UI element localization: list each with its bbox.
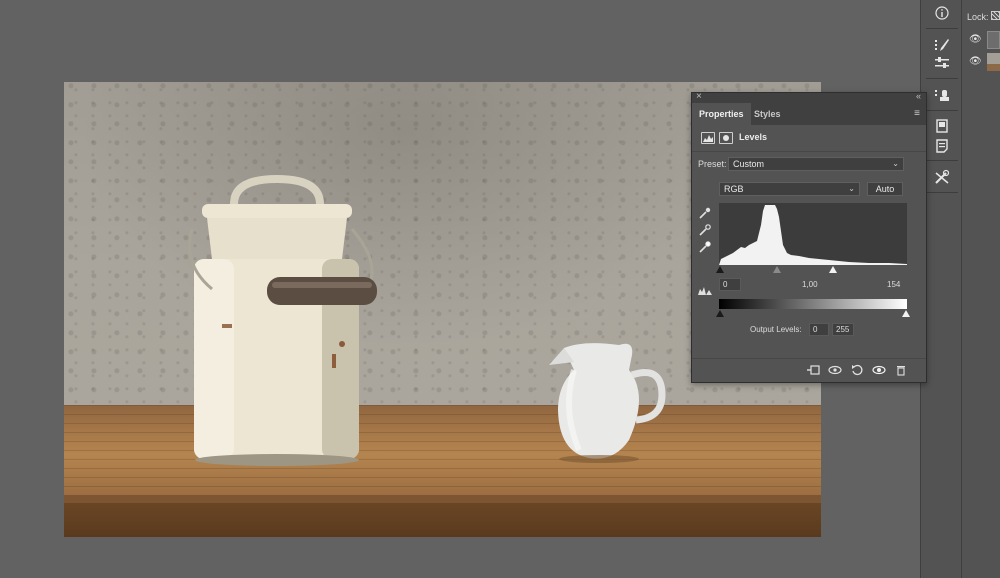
eye-icon[interactable]: 👁 <box>969 56 982 67</box>
lock-label: Lock: <box>967 12 989 22</box>
divider <box>926 28 958 29</box>
layer-thumbnail <box>987 53 1000 71</box>
view-previous-state-icon[interactable] <box>827 364 843 379</box>
preset-label: Preset: <box>698 159 727 169</box>
lock-transparency-icon[interactable] <box>991 11 1000 20</box>
info-icon[interactable] <box>929 2 955 24</box>
adjustment-title: Levels <box>739 132 768 142</box>
black-point-eyedropper-icon[interactable] <box>699 207 711 222</box>
eye-icon[interactable]: 👁 <box>969 34 982 45</box>
visibility-eye-icon[interactable] <box>871 364 887 379</box>
layer-row-adjustment[interactable]: 👁 <box>962 30 1000 50</box>
notes-icon[interactable] <box>929 135 955 157</box>
levels-histogram <box>719 203 907 265</box>
mask-icon[interactable] <box>719 132 733 144</box>
panel-tabs: Properties Styles ≡ <box>692 103 926 125</box>
input-midtone-slider[interactable] <box>773 266 781 273</box>
divider <box>692 151 926 152</box>
adjustment-header: Levels <box>692 129 926 149</box>
divider <box>926 160 958 161</box>
output-levels-label: Output Levels: <box>750 325 802 334</box>
tab-styles[interactable]: Styles <box>747 103 788 125</box>
clip-to-layer-icon[interactable] <box>805 364 821 379</box>
auto-button[interactable]: Auto <box>867 182 903 196</box>
output-white-slider[interactable] <box>902 310 910 317</box>
panel-menu-icon[interactable]: ≡ <box>914 108 920 119</box>
panel-titlebar[interactable]: × « <box>692 91 926 103</box>
chevron-down-icon: ⌄ <box>848 184 855 193</box>
chevron-down-icon: ⌄ <box>892 159 899 168</box>
gray-point-eyedropper-icon[interactable] <box>699 224 711 239</box>
input-midtone-field[interactable]: 1,00 <box>802 280 818 289</box>
milk-can-illustration <box>188 174 377 466</box>
input-white-field[interactable]: 154 <box>887 280 900 289</box>
output-black-slider[interactable] <box>716 310 724 317</box>
preset-value: Custom <box>733 159 765 169</box>
channel-value: RGB <box>724 184 744 194</box>
divider <box>926 78 958 79</box>
clip-warning-icon[interactable] <box>697 283 713 301</box>
layer-row-background[interactable]: 👁 <box>962 52 1000 72</box>
input-black-slider[interactable] <box>716 266 724 273</box>
reset-icon[interactable] <box>849 364 865 379</box>
white-point-eyedropper-icon[interactable] <box>699 241 711 256</box>
output-white-field[interactable]: 255 <box>832 323 854 336</box>
table-front <box>64 495 821 537</box>
trash-icon[interactable] <box>893 364 909 379</box>
channel-dropdown[interactable]: RGB ⌄ <box>719 182 860 196</box>
adjustments-icon[interactable] <box>929 52 955 74</box>
collapse-icon[interactable]: « <box>916 91 921 101</box>
properties-panel: × « Properties Styles ≡ Levels Preset: C… <box>691 91 927 383</box>
output-levels-gradient <box>719 299 907 309</box>
layer-thumbnail <box>987 31 1000 49</box>
preset-dropdown[interactable]: Custom ⌄ <box>728 157 904 171</box>
panel-footer <box>692 358 926 382</box>
pitcher-illustration <box>549 343 666 463</box>
input-white-slider[interactable] <box>829 266 837 273</box>
clone-source-icon[interactable] <box>929 84 955 106</box>
divider <box>926 110 958 111</box>
divider <box>926 192 958 193</box>
tool-presets-icon[interactable] <box>929 166 955 188</box>
tab-properties[interactable]: Properties <box>692 103 751 125</box>
levels-histogram-icon <box>701 132 715 144</box>
output-black-field[interactable]: 0 <box>809 323 829 336</box>
layers-panel-edge: Lock: 👁 👁 <box>962 0 1000 578</box>
libraries-icon[interactable] <box>929 115 955 137</box>
close-icon[interactable]: × <box>696 91 702 102</box>
table-top <box>64 405 821 495</box>
input-black-field[interactable]: 0 <box>719 278 741 291</box>
